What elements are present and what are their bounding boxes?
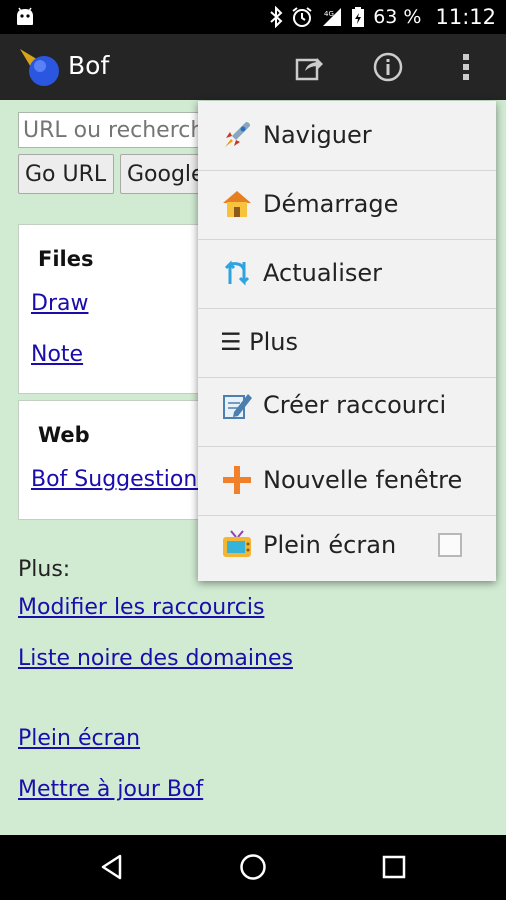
link-bof-suggestions[interactable]: Bof Suggestions xyxy=(31,467,209,492)
menu-label-nouvelle-fenetre: Nouvelle fenêtre xyxy=(263,466,463,494)
menu-item-plein-ecran[interactable]: Plein écran xyxy=(198,511,496,579)
android-notification-icon xyxy=(17,7,33,25)
menu-item-creer-raccourci[interactable]: Créer raccourci xyxy=(198,371,496,439)
recents-icon xyxy=(382,855,406,879)
back-button[interactable] xyxy=(92,847,132,887)
link-liste-noire[interactable]: Liste noire des domaines xyxy=(18,646,293,671)
fullscreen-checkbox[interactable] xyxy=(438,533,462,557)
share-icon xyxy=(295,58,323,81)
bluetooth-icon xyxy=(269,6,283,28)
menu-item-demarrage[interactable]: Démarrage xyxy=(198,170,496,238)
menu-item-plus[interactable]: ☰ Plus xyxy=(198,308,496,376)
home-circle-icon xyxy=(240,854,266,880)
alarm-icon xyxy=(291,6,313,28)
link-plein-ecran[interactable]: Plein écran xyxy=(18,726,140,751)
overflow-menu-button[interactable] xyxy=(446,47,486,87)
share-button[interactable] xyxy=(289,47,329,87)
menu-label-plus: ☰ Plus xyxy=(220,328,298,356)
menu-label-creer-raccourci: Créer raccourci xyxy=(263,391,447,419)
signal-icon: 4G xyxy=(321,6,343,28)
menu-label-actualiser: Actualiser xyxy=(263,259,382,287)
go-url-button[interactable]: Go URL xyxy=(18,154,114,194)
plus-icon xyxy=(223,466,251,494)
svg-text:4G: 4G xyxy=(324,10,334,18)
action-bar: Bof xyxy=(0,34,506,100)
back-icon xyxy=(101,854,122,880)
menu-label-demarrage: Démarrage xyxy=(263,190,399,218)
home-button[interactable] xyxy=(233,847,273,887)
battery-percent: 63 % xyxy=(373,6,422,28)
pencil-note-icon xyxy=(223,394,252,419)
files-card-title: Files xyxy=(38,247,94,271)
recents-button[interactable] xyxy=(374,847,414,887)
bof-logo-icon[interactable] xyxy=(18,45,62,89)
home-icon xyxy=(223,191,251,217)
menu-item-actualiser[interactable]: Actualiser xyxy=(198,239,496,307)
info-button[interactable] xyxy=(368,47,408,87)
link-draw[interactable]: Draw xyxy=(31,291,88,316)
overflow-menu-icon xyxy=(463,54,469,80)
menu-item-naviguer[interactable]: Naviguer xyxy=(198,101,496,169)
navigation-bar xyxy=(0,835,506,900)
battery-icon xyxy=(351,6,365,28)
menu-item-nouvelle-fenetre[interactable]: Nouvelle fenêtre xyxy=(198,446,496,514)
link-note[interactable]: Note xyxy=(31,342,83,367)
menu-label-plein-ecran: Plein écran xyxy=(263,531,397,559)
status-bar: 4G 63 % 11:12 xyxy=(0,0,506,34)
app-title: Bof xyxy=(68,51,110,80)
link-modifier-raccourcis[interactable]: Modifier les raccourcis xyxy=(18,595,264,620)
link-mettre-a-jour[interactable]: Mettre à jour Bof xyxy=(18,777,203,802)
refresh-icon xyxy=(224,260,250,286)
rocket-icon xyxy=(225,122,250,147)
overflow-menu: Naviguer Démarrage Actualiser ☰ Plus Cré… xyxy=(198,101,496,581)
web-card-title: Web xyxy=(38,423,90,447)
menu-label-naviguer: Naviguer xyxy=(263,121,372,149)
info-icon xyxy=(373,52,403,82)
clock: 11:12 xyxy=(435,5,496,29)
tv-icon xyxy=(223,530,251,557)
plus-label: Plus: xyxy=(18,557,71,582)
